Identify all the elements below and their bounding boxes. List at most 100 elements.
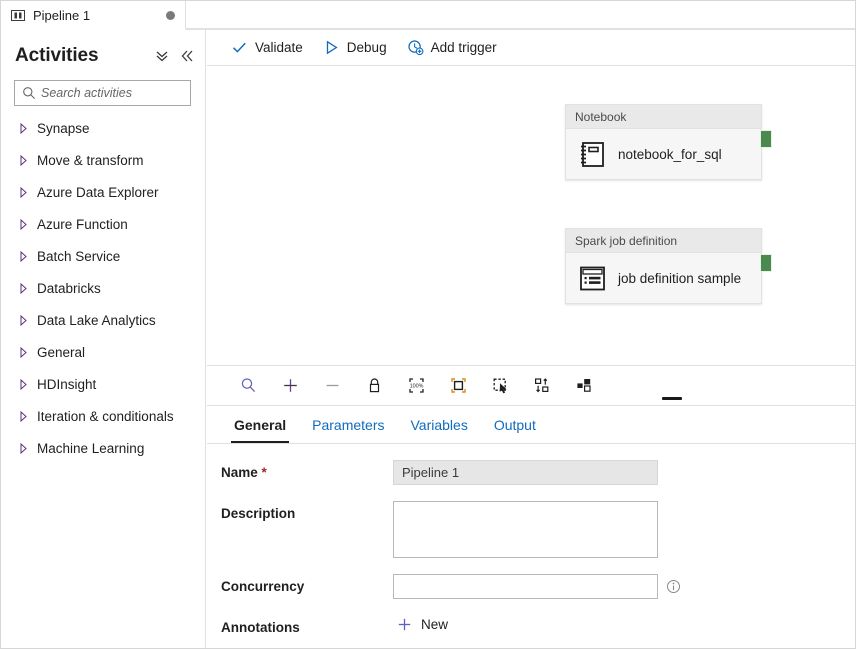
description-control: [393, 501, 658, 558]
concurrency-label: Concurrency: [221, 579, 305, 594]
zoom-100-percent-icon: 100%: [408, 378, 424, 393]
output-connector[interactable]: [760, 254, 772, 272]
marquee-select-icon: [493, 378, 507, 394]
tab-label: Variables: [410, 416, 468, 433]
concurrency-row: Concurrency: [207, 574, 855, 599]
pipeline-toolbar: Validate Debug Add trigger: [207, 30, 855, 66]
sidebar-item-label: Databricks: [37, 280, 101, 296]
description-row: Description: [207, 501, 855, 558]
sidebar-item-label: Synapse: [37, 120, 90, 136]
validate-button[interactable]: Validate: [221, 34, 313, 62]
sidebar-item-databricks[interactable]: Databricks: [1, 272, 205, 304]
fit-to-screen-icon: [450, 378, 466, 393]
pipeline-editor-window: Pipeline 1 Activities Search activities …: [0, 0, 856, 649]
annotations-control: New: [393, 615, 452, 634]
lock-canvas-button[interactable]: [353, 370, 395, 402]
tab-strip-empty-area: [186, 1, 855, 29]
main-region: Validate Debug Add trigger Notebook note…: [207, 30, 855, 648]
debug-button[interactable]: Debug: [313, 34, 397, 62]
canvas-controls: 100%: [207, 366, 855, 406]
concurrency-control: [393, 574, 681, 599]
double-chevron-left-icon[interactable]: [179, 48, 195, 64]
annotations-row: Annotations New: [207, 615, 855, 635]
name-input[interactable]: [393, 460, 658, 485]
svg-text:100%: 100%: [409, 384, 423, 390]
tab-output[interactable]: Output: [481, 406, 549, 443]
name-control: [393, 460, 658, 485]
add-annotation-label: New: [421, 617, 449, 632]
sidebar-item-synapse[interactable]: Synapse: [1, 112, 205, 144]
chevron-right-icon: [20, 154, 27, 166]
search-icon: [23, 87, 35, 99]
activity-node-body: job definition sample: [566, 253, 761, 304]
tab-pipeline-1[interactable]: Pipeline 1: [1, 1, 186, 30]
chevron-right-icon: [20, 314, 27, 326]
unsaved-indicator: [166, 10, 175, 20]
activities-header: Activities: [1, 38, 205, 74]
output-connector[interactable]: [760, 130, 772, 148]
add-trigger-button[interactable]: Add trigger: [397, 34, 507, 62]
chevron-right-icon: [20, 378, 27, 390]
add-annotation-button[interactable]: New: [393, 615, 452, 634]
sidebar-item-data-lake-analytics[interactable]: Data Lake Analytics: [1, 304, 205, 336]
info-icon[interactable]: [666, 579, 681, 594]
tab-label: Pipeline 1: [33, 7, 91, 23]
chevron-right-icon: [20, 442, 27, 454]
tab-general[interactable]: General: [221, 406, 299, 443]
play-icon: [326, 40, 338, 55]
sidebar-item-machine-learning[interactable]: Machine Learning: [1, 432, 205, 464]
pipeline-canvas[interactable]: Notebook notebook_for_sql Spark job defi…: [207, 66, 855, 366]
concurrency-input[interactable]: [393, 574, 658, 599]
tab-parameters[interactable]: Parameters: [299, 406, 397, 443]
sidebar-item-label: General: [37, 344, 86, 360]
tab-label: General: [234, 416, 287, 433]
sidebar-item-label: HDInsight: [37, 376, 97, 392]
chevron-right-icon: [20, 250, 27, 262]
activity-node-notebook[interactable]: Notebook notebook_for_sql: [565, 104, 772, 180]
activity-node-name: job definition sample: [618, 271, 742, 286]
zoom-in-button[interactable]: [269, 370, 311, 402]
zoom-search-button[interactable]: [227, 370, 269, 402]
marquee-select-button[interactable]: [479, 370, 521, 402]
sidebar-item-move-transform[interactable]: Move & transform: [1, 144, 205, 176]
name-row: Name *: [207, 460, 855, 485]
sidebar-item-hdinsight[interactable]: HDInsight: [1, 368, 205, 400]
zoom-in-icon: [283, 379, 297, 392]
sidebar-item-iteration-conditionals[interactable]: Iteration & conditionals: [1, 400, 205, 432]
activity-node-type: Notebook: [566, 105, 761, 129]
description-label: Description: [221, 506, 296, 521]
sidebar-item-label: Move & transform: [37, 152, 144, 168]
auto-align-button[interactable]: [521, 370, 563, 402]
fit-to-screen-button[interactable]: [437, 370, 479, 402]
name-label: Name *: [221, 460, 393, 480]
chevron-right-icon: [20, 186, 27, 198]
chevron-right-icon: [20, 122, 27, 134]
activity-node-name: notebook_for_sql: [618, 147, 722, 162]
sidebar-item-label: Azure Data Explorer: [37, 184, 159, 200]
double-chevron-down-icon[interactable]: [154, 48, 170, 64]
search-box[interactable]: [14, 80, 191, 106]
grouping-icon: [576, 379, 591, 392]
description-textarea[interactable]: [393, 501, 658, 558]
pipeline-icon: [11, 9, 25, 21]
clock-plus-icon: [407, 40, 424, 56]
sidebar-item-batch-service[interactable]: Batch Service: [1, 240, 205, 272]
activity-node-body: notebook_for_sql: [566, 129, 761, 180]
debug-label: Debug: [346, 40, 387, 55]
plus-icon: [398, 618, 411, 631]
grouping-button[interactable]: [563, 370, 605, 402]
properties-tabs: General Parameters Variables Output: [207, 406, 855, 444]
sidebar-item-azure-function[interactable]: Azure Function: [1, 208, 205, 240]
sidebar-item-azure-data-explorer[interactable]: Azure Data Explorer: [1, 176, 205, 208]
tab-variables[interactable]: Variables: [398, 406, 481, 443]
search-container: [1, 74, 205, 106]
panel-splitter-handle[interactable]: [662, 397, 682, 400]
activity-node-spark-job-definition[interactable]: Spark job definition job definition samp…: [565, 228, 772, 304]
sidebar-item-general[interactable]: General: [1, 336, 205, 368]
zoom-out-button[interactable]: [311, 370, 353, 402]
search-input[interactable]: [41, 86, 181, 100]
zoom-100-button[interactable]: 100%: [395, 370, 437, 402]
general-form: Name * Description Concurrency: [207, 444, 855, 635]
sidebar-item-label: Machine Learning: [37, 440, 145, 456]
annotations-label: Annotations: [221, 620, 300, 635]
